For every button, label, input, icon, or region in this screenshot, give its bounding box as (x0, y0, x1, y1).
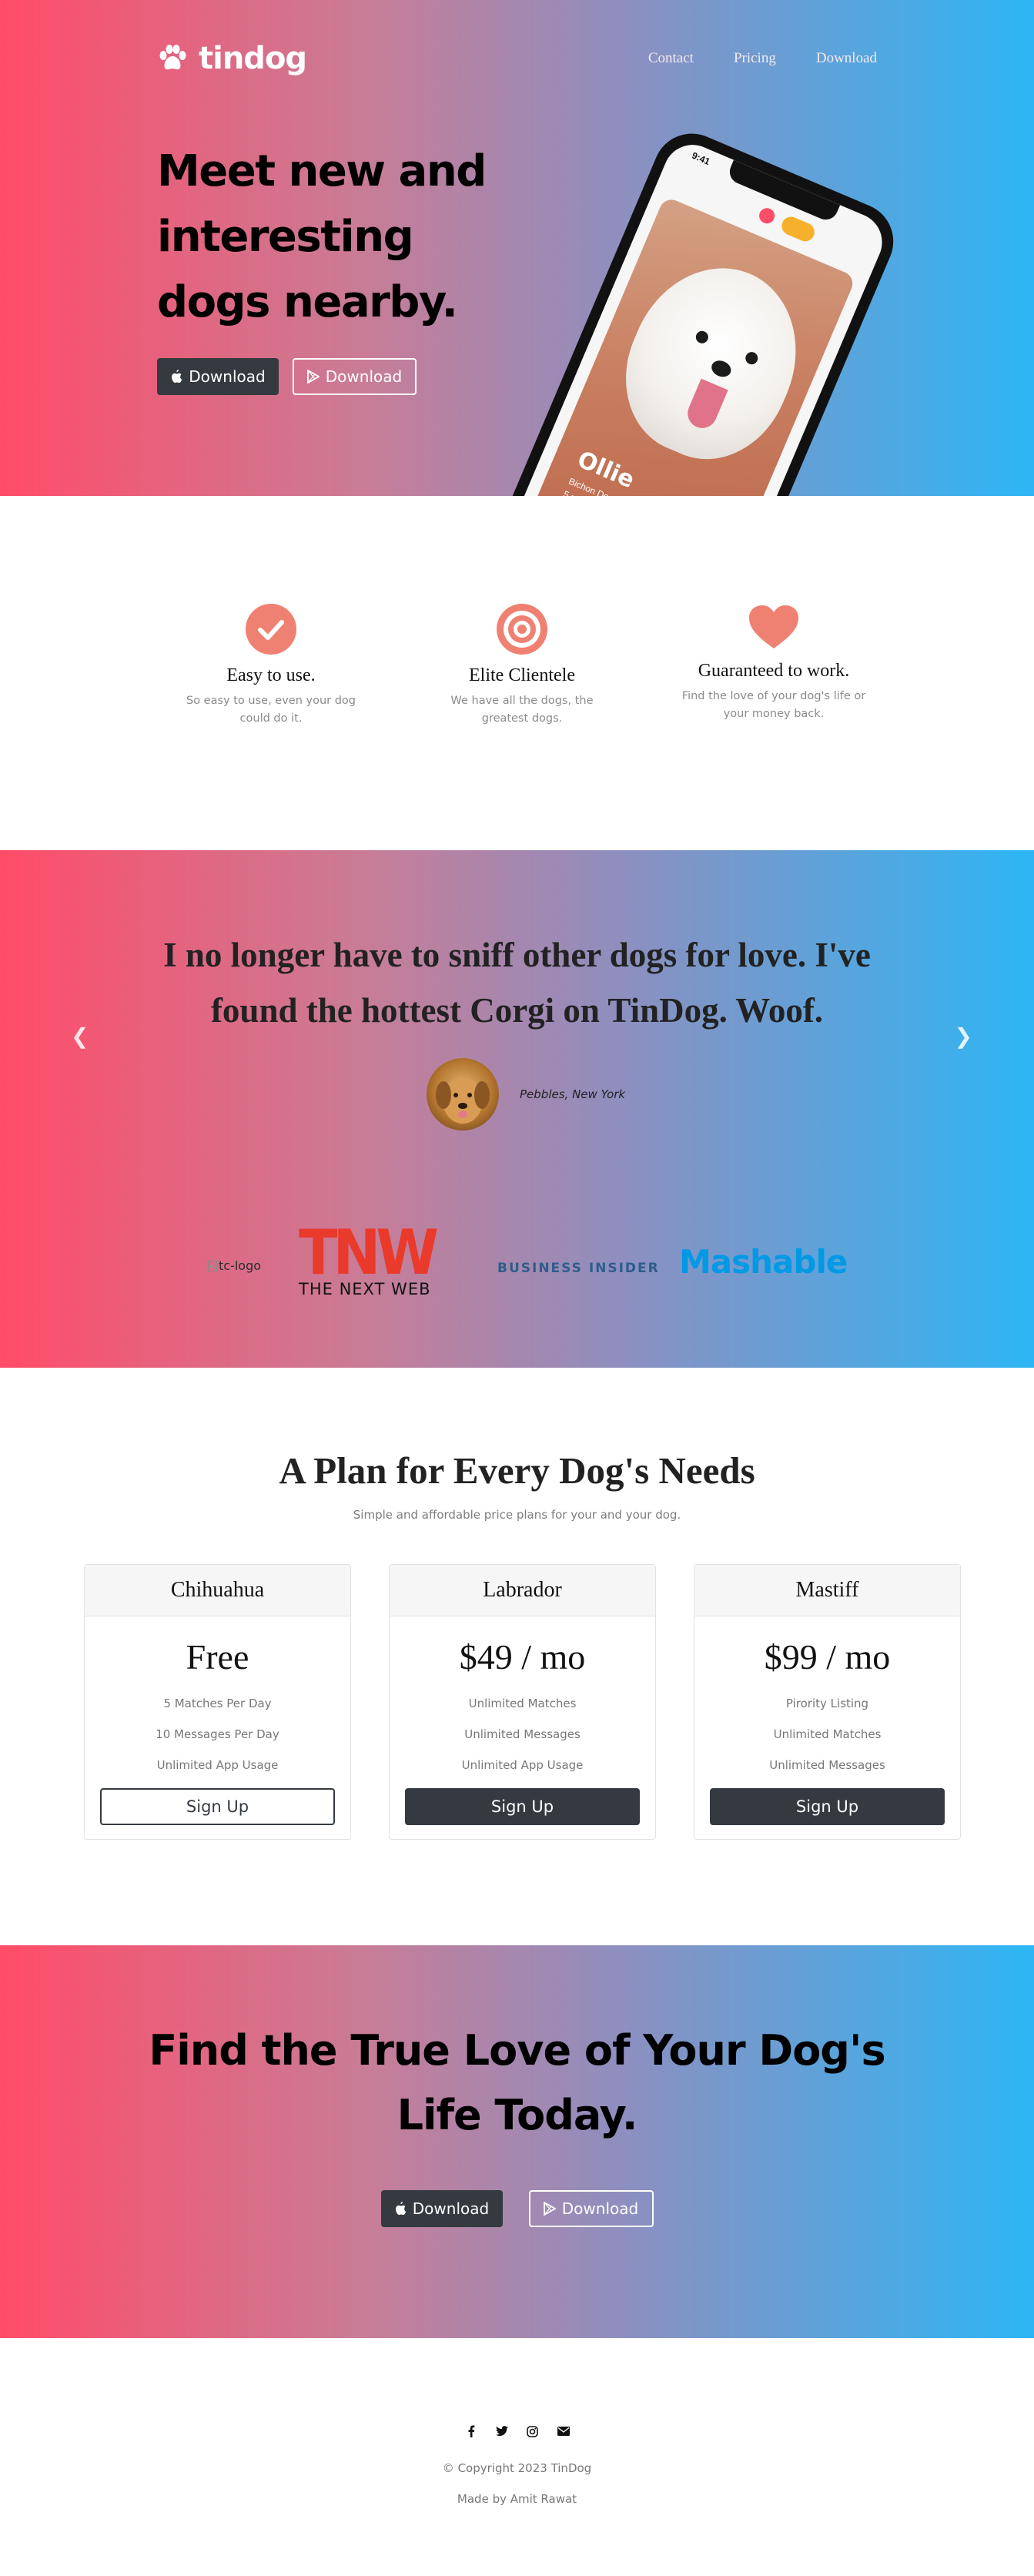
testimonial-quote: I no longer have to sniff other dogs for… (163, 936, 871, 1030)
business-insider-logo: BUSINESS INSIDER (497, 1261, 660, 1276)
plan-name: Mastiff (694, 1565, 960, 1616)
sign-up-button-mastiff[interactable]: Sign Up (710, 1788, 945, 1825)
press-logos: tc-logo TNW THE NEXT WEB BUSINESS INSIDE… (0, 1217, 1034, 1305)
feature-easy: Easy to use. So easy to use, even your d… (171, 604, 371, 728)
copyright-text: © Copyright 2023 TinDog (442, 2461, 592, 2475)
twitter-icon[interactable] (495, 2424, 509, 2438)
plan-feature: Pirority Listing (785, 1697, 869, 1710)
feature-elite: Elite Clientele We have all the dogs, th… (422, 604, 622, 728)
google-play-icon (543, 2202, 556, 2216)
download-apple-button[interactable]: Download (157, 358, 279, 395)
bullseye-icon (497, 604, 547, 655)
carousel-next-icon[interactable]: ❯ (955, 1023, 972, 1049)
feature-text: So easy to use, even your dog could do i… (186, 695, 356, 725)
apple-icon (172, 370, 182, 384)
social-links (0, 2424, 1034, 2438)
phone-screen: 9:41 Ollie Bichon Dog 5 miles away (480, 136, 892, 496)
feature-title: Guaranteed to work. (698, 661, 850, 681)
testimonial-avatar (427, 1058, 499, 1131)
feature-guaranteed: Guaranteed to work. Find the love of you… (674, 604, 874, 723)
cta-section: Find the True Love of Your Dog's Life To… (0, 1945, 1034, 2338)
feature-title: Elite Clientele (469, 665, 575, 685)
plan-price: $49 / mo (459, 1637, 586, 1677)
carousel-prev-icon[interactable]: ❮ (71, 1023, 89, 1049)
tnw-logo: TNW THE NEXT WEB (299, 1217, 453, 1298)
phone-time: 9:41 (690, 149, 712, 167)
plan-feature: Unlimited App Usage (156, 1758, 279, 1772)
plan-card-labrador: Labrador $49 / mo Unlimited Matches Unli… (389, 1564, 656, 1840)
plan-price: Free (186, 1637, 249, 1677)
sign-up-button-chihuahua[interactable]: Sign Up (100, 1788, 335, 1825)
cta-download-google-label: Download (561, 2199, 639, 2218)
dog-photo (600, 242, 825, 483)
nav-link-pricing[interactable]: Pricing (734, 50, 776, 67)
download-google-button[interactable]: Download (293, 358, 417, 395)
facebook-icon[interactable] (464, 2424, 478, 2438)
mashable-logo: Mashable (679, 1243, 848, 1281)
techcrunch-logo: tc-logo (208, 1258, 261, 1273)
plan-card-mastiff: Mastiff $99 / mo Pirority Listing Unlimi… (694, 1564, 961, 1840)
nav-links: Contact Pricing Download (648, 50, 877, 67)
feature-text: Find the love of your dog's life or your… (681, 690, 866, 720)
tnw-logo-mark: TNW (299, 1217, 439, 1289)
navbar: tindog Contact Pricing Download (157, 35, 877, 82)
plan-name: Labrador (390, 1565, 655, 1616)
cta-download-apple-label: Download (412, 2199, 490, 2218)
plan-feature: Unlimited Matches (468, 1697, 577, 1710)
pricing-subtitle: Simple and affordable price plans for yo… (353, 1508, 681, 1522)
cta-download-google-button[interactable]: Download (528, 2190, 654, 2227)
google-play-icon (306, 370, 320, 384)
plan-feature: Unlimited App Usage (461, 1758, 584, 1772)
pricing-title: A Plan for Every Dog's Needs (279, 1449, 755, 1492)
cta-download-buttons: Download Download (0, 2190, 1034, 2227)
brand-name: tindog (199, 41, 307, 76)
pricing-section: A Plan for Every Dog's Needs Simple and … (0, 1368, 1034, 1945)
toggle-icon (778, 213, 818, 245)
plan-price: $99 / mo (764, 1637, 891, 1677)
feature-title: Easy to use. (226, 665, 316, 685)
plan-feature: Unlimited Messages (769, 1758, 885, 1772)
tc-logo-alt: tc-logo (219, 1258, 262, 1273)
footer: © Copyright 2023 TinDog Made by Amit Raw… (0, 2338, 1034, 2576)
cta-download-apple-button[interactable]: Download (380, 2190, 503, 2227)
plan-name: Chihuahua (85, 1565, 350, 1616)
hero-title: Meet new and interesting dogs nearby. (157, 146, 487, 327)
check-circle-icon (246, 604, 296, 655)
hero-download-buttons: Download Download (157, 358, 417, 395)
brand[interactable]: tindog (157, 41, 307, 76)
plan-feature: Unlimited Matches (773, 1727, 882, 1741)
plan-feature: 5 Matches Per Day (163, 1697, 272, 1710)
feature-text: We have all the dogs, the greatest dogs. (450, 695, 594, 725)
sign-up-button-labrador[interactable]: Sign Up (405, 1788, 640, 1825)
heart-icon (749, 605, 798, 648)
phone-mockup: 9:41 Ollie Bichon Dog 5 miles away (467, 122, 905, 496)
download-google-label: Download (325, 367, 403, 386)
phone-notch (725, 159, 841, 224)
made-by-text: Made by Amit Rawat (457, 2492, 577, 2506)
cta-title: Find the True Love of Your Dog's Life To… (149, 2026, 885, 2139)
testimonials-section: ❮ ❯ I no longer have to sniff other dogs… (0, 850, 1034, 1368)
plan-card-chihuahua: Chihuahua Free 5 Matches Per Day 10 Mess… (84, 1564, 351, 1840)
instagram-icon[interactable] (526, 2424, 540, 2438)
nav-link-contact[interactable]: Contact (648, 50, 694, 67)
plan-feature: Unlimited Messages (464, 1727, 581, 1741)
plan-feature: 10 Messages Per Day (156, 1727, 279, 1741)
hero-section: tindog Contact Pricing Download Meet new… (0, 0, 1034, 496)
download-apple-label: Download (189, 367, 266, 386)
envelope-icon[interactable] (557, 2424, 571, 2438)
flame-icon (757, 206, 778, 226)
paw-icon (159, 45, 186, 70)
apple-icon (395, 2202, 407, 2216)
testimonial-author: Pebbles, New York (520, 1087, 626, 1101)
features-section: Easy to use. So easy to use, even your d… (0, 496, 1034, 850)
nav-link-download[interactable]: Download (816, 50, 877, 67)
